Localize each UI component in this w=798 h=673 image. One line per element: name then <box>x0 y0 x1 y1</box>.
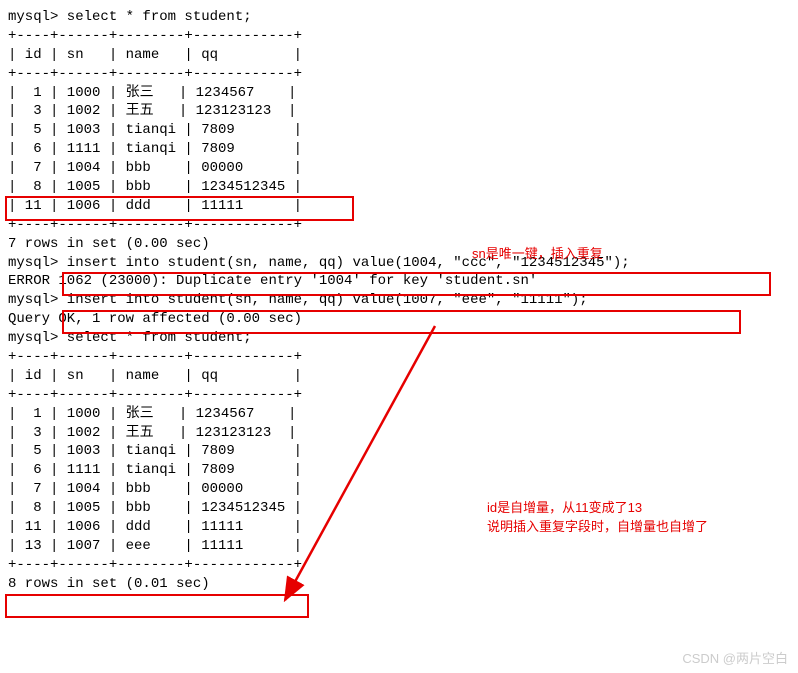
sql-prompt: mysql> select * from student; <box>8 329 790 348</box>
table-row: | 3 | 1002 | 王五 | 123123123 | <box>8 424 790 443</box>
table-row: | 5 | 1003 | tianqi | 7809 | <box>8 442 790 461</box>
table-row: | 6 | 1111 | tianqi | 7809 | <box>8 461 790 480</box>
table-divider: +----+------+--------+------------+ <box>8 65 790 84</box>
table-row: | 13 | 1007 | eee | 11111 | <box>8 537 790 556</box>
table-divider: +----+------+--------+------------+ <box>8 348 790 367</box>
table-header: | id | sn | name | qq | <box>8 367 790 386</box>
table-divider: +----+------+--------+------------+ <box>8 27 790 46</box>
table-row: | 1 | 1000 | 张三 | 1234567 | <box>8 84 790 103</box>
sql-insert: mysql> insert into student(sn, name, qq)… <box>8 254 790 273</box>
table-row: | 6 | 1111 | tianqi | 7809 | <box>8 140 790 159</box>
sql-ok: Query OK, 1 row affected (0.00 sec) <box>8 310 790 329</box>
table-divider: +----+------+--------+------------+ <box>8 216 790 235</box>
result-summary: 8 rows in set (0.01 sec) <box>8 575 790 594</box>
table-row: | 5 | 1003 | tianqi | 7809 | <box>8 121 790 140</box>
table-row: | 8 | 1005 | bbb | 1234512345 | <box>8 178 790 197</box>
table-header: | id | sn | name | qq | <box>8 46 790 65</box>
table-row: | 3 | 1002 | 王五 | 123123123 | <box>8 102 790 121</box>
sql-error: ERROR 1062 (23000): Duplicate entry '100… <box>8 272 790 291</box>
highlight-inserted-row-2 <box>5 594 309 618</box>
annotation-autoincrement-2: 说明插入重复字段时，自增量也自增了 <box>487 516 708 535</box>
table-divider: +----+------+--------+------------+ <box>8 556 790 575</box>
sql-insert: mysql> insert into student(sn, name, qq)… <box>8 291 790 310</box>
table-row: | 7 | 1004 | bbb | 00000 | <box>8 480 790 499</box>
table-row: | 7 | 1004 | bbb | 00000 | <box>8 159 790 178</box>
annotation-autoincrement-1: id是自增量，从11变成了13 <box>487 497 642 516</box>
table-row: | 1 | 1000 | 张三 | 1234567 | <box>8 405 790 424</box>
watermark: CSDN @两片空白 <box>682 648 788 667</box>
sql-prompt: mysql> select * from student; <box>8 8 790 27</box>
table-divider: +----+------+--------+------------+ <box>8 386 790 405</box>
result-summary: 7 rows in set (0.00 sec) <box>8 235 790 254</box>
table-row: | 11 | 1006 | ddd | 11111 | <box>8 197 790 216</box>
annotation-unique-key: sn是唯一键，插入重复 <box>472 243 603 262</box>
